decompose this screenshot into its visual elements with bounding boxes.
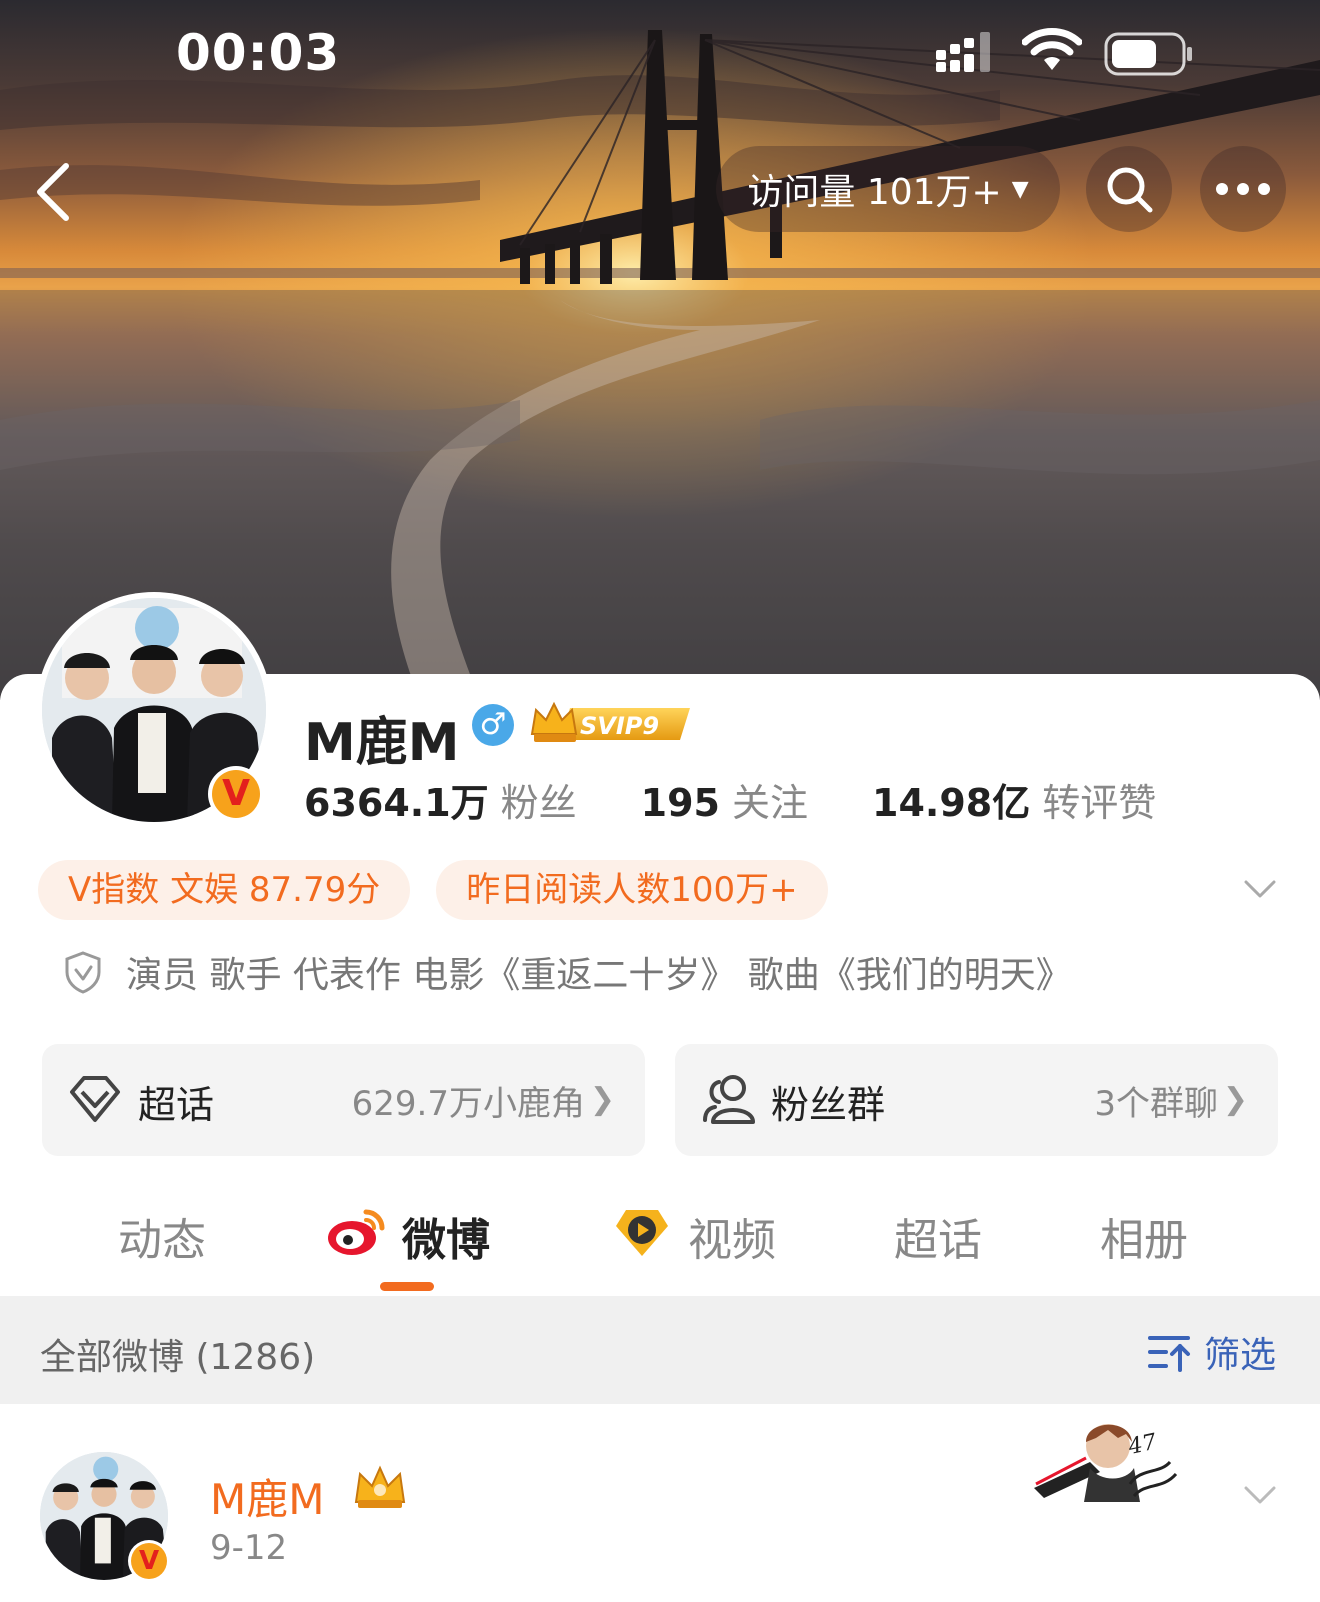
fan-decoration-card[interactable]: 47 bbox=[1030, 1412, 1180, 1508]
super-topic-title: 超话 bbox=[138, 1083, 215, 1127]
more-dots-icon bbox=[1216, 183, 1270, 195]
stat-value: 14.98亿 bbox=[872, 781, 1031, 825]
crown-icon bbox=[354, 1465, 406, 1508]
gender-male-icon: ♂ bbox=[472, 704, 514, 746]
svip-badge[interactable]: SVIP9 bbox=[530, 698, 690, 748]
tab-album[interactable]: 相册 bbox=[1100, 1204, 1188, 1268]
caret-down-icon: ▼ bbox=[1011, 176, 1029, 202]
super-topic-count: 629.7万小鹿角 bbox=[351, 1084, 585, 1124]
fan-group-box[interactable]: 粉丝群 3个群聊 ❯ bbox=[675, 1044, 1278, 1156]
v-index-tag[interactable]: V指数 文娱 87.79分 bbox=[38, 860, 411, 920]
post-date: 9-12 bbox=[210, 1528, 288, 1568]
stat-followers[interactable]: 6364.1万 粉丝 bbox=[304, 772, 577, 827]
stat-label: 粉丝 bbox=[500, 781, 577, 825]
status-time: 00:03 bbox=[176, 24, 341, 82]
verified-v-icon: V bbox=[212, 770, 260, 818]
cover-image bbox=[0, 0, 1320, 700]
fan-group-title: 粉丝群 bbox=[771, 1083, 886, 1127]
verified-v-icon: V bbox=[131, 1543, 167, 1579]
profile-tabs: 动态 微博 视频 超话 相册 bbox=[0, 1180, 1320, 1300]
search-button[interactable] bbox=[1086, 146, 1172, 232]
stat-following[interactable]: 195 关注 bbox=[641, 772, 808, 827]
filter-label: 筛选 bbox=[1203, 1335, 1276, 1376]
stat-value: 6364.1万 bbox=[304, 781, 489, 825]
status-bar: 00:03 bbox=[0, 0, 1320, 100]
super-topic-box[interactable]: 超话 629.7万小鹿角 ❯ bbox=[42, 1044, 645, 1156]
feature-boxes: 超话 629.7万小鹿角 ❯ 粉丝群 3个群聊 ❯ bbox=[42, 1044, 1278, 1156]
tab-dynamics[interactable]: 动态 bbox=[118, 1204, 206, 1268]
filter-icon bbox=[1147, 1336, 1190, 1372]
post-menu-chevron-icon[interactable] bbox=[1240, 1476, 1280, 1516]
back-arrow-icon[interactable] bbox=[30, 160, 80, 224]
filter-button[interactable]: 筛选 bbox=[1147, 1326, 1276, 1378]
svg-text:47: 47 bbox=[1125, 1430, 1159, 1460]
search-icon bbox=[1107, 167, 1153, 213]
stat-value: 195 bbox=[640, 781, 720, 825]
verified-badge: V bbox=[208, 766, 264, 822]
visit-count-label: 访问量 101万+ bbox=[747, 172, 1002, 213]
tab-super-topic[interactable]: 超话 bbox=[894, 1204, 982, 1268]
tab-video[interactable]: 视频 bbox=[688, 1204, 776, 1268]
profile-tags: V指数 文娱 87.79分 昨日阅读人数100万+ bbox=[38, 860, 828, 920]
verification-text: 演员 歌手 代表作 电影《重返二十岁》 歌曲《我们的明天》 bbox=[126, 955, 1072, 996]
svip-label: SVIP9 bbox=[580, 712, 659, 740]
verified-badge: V bbox=[128, 1540, 170, 1582]
video-play-icon bbox=[616, 1210, 668, 1256]
post-header: V M鹿M 9-12 47 bbox=[0, 1404, 1320, 1602]
verification-info: 演员 歌手 代表作 电影《重返二十岁》 歌曲《我们的明天》 bbox=[64, 946, 1072, 998]
stat-label: 关注 bbox=[731, 781, 808, 825]
tab-weibo[interactable]: 微博 bbox=[402, 1204, 490, 1268]
weibo-logo-icon bbox=[328, 1209, 385, 1255]
group-icon bbox=[703, 1075, 755, 1124]
diamond-icon bbox=[70, 1076, 120, 1122]
stat-interactions[interactable]: 14.98亿 转评赞 bbox=[872, 772, 1156, 827]
profile-stats: 6364.1万 粉丝 195 关注 14.98亿 转评赞 bbox=[304, 772, 1220, 827]
top-nav: 访问量 101万+ ▼ bbox=[0, 140, 1320, 240]
shield-check-icon bbox=[65, 951, 101, 994]
more-button[interactable] bbox=[1200, 146, 1286, 232]
post-author-name[interactable]: M鹿M bbox=[210, 1466, 324, 1527]
expand-chevron-icon[interactable] bbox=[1240, 870, 1280, 910]
visit-count-button[interactable]: 访问量 101万+ ▼ bbox=[716, 146, 1060, 232]
all-weibo-count: 全部微博 (1286) bbox=[40, 1337, 316, 1378]
profile-name: M鹿M bbox=[304, 713, 460, 773]
active-tab-indicator bbox=[380, 1282, 434, 1291]
weibo-filter-bar: 全部微博 (1286) 筛选 bbox=[0, 1296, 1320, 1404]
signal-icon bbox=[936, 32, 990, 72]
chevron-right-icon: ❯ bbox=[1222, 1082, 1248, 1117]
reader-count-tag[interactable]: 昨日阅读人数100万+ bbox=[436, 860, 828, 920]
battery-icon bbox=[1104, 32, 1192, 76]
chevron-right-icon: ❯ bbox=[589, 1082, 615, 1117]
wifi-icon bbox=[1022, 28, 1082, 70]
stat-label: 转评赞 bbox=[1042, 781, 1157, 825]
fan-group-count: 3个群聊 bbox=[1094, 1084, 1218, 1124]
